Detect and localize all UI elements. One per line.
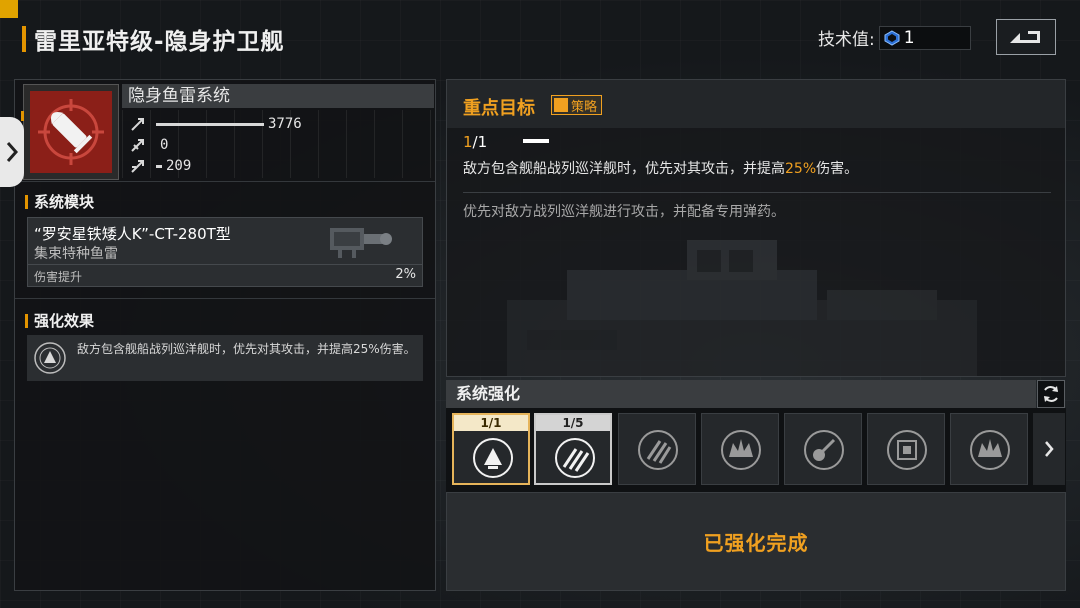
divider <box>463 192 1051 193</box>
page-title: 雷里亚特级-隐身护卫舰 <box>34 29 285 55</box>
back-arrow-icon <box>1010 31 1040 43</box>
effect-section-label: 强化效果 <box>34 312 95 330</box>
objective-header <box>447 80 1065 128</box>
section-accent-bar <box>25 313 28 328</box>
damage-icon <box>131 118 144 131</box>
guitar-rocket-icon <box>804 430 844 470</box>
tech-label: 技术值: <box>818 30 875 50</box>
progress-total: /1 <box>472 133 488 151</box>
weapon-card[interactable] <box>21 84 119 180</box>
effect-section-header: 强化效果 <box>25 310 94 331</box>
penetration-icon <box>131 139 144 152</box>
system-detail-panel: 隐身鱼雷系统 3776 0 209 系统模块 “罗安星铁矮人K”-CT-280T… <box>14 79 436 591</box>
objective-text-highlight: 25% <box>785 161 817 177</box>
enhancement-tag: 1/1 <box>454 415 528 431</box>
module-name: “罗安星铁矮人K”-CT-280T型 <box>34 225 231 243</box>
module-section-header: 系统模块 <box>25 191 94 212</box>
weapon-card-image <box>30 91 112 173</box>
module-card[interactable]: “罗安星铁矮人K”-CT-280T型 集束特种鱼雷 伤害提升 2% <box>27 217 423 287</box>
module-section-label: 系统模块 <box>34 193 95 211</box>
refresh-button[interactable] <box>1037 380 1065 408</box>
enhancement-item-torpedo[interactable] <box>618 413 696 485</box>
module-stat-label: 伤害提升 <box>34 270 83 284</box>
stat-row-attack-speed: 209 <box>130 156 191 176</box>
stat-row-damage: 3776 <box>130 114 302 134</box>
chevron-right-icon <box>6 142 19 162</box>
tech-value-display: 技术值: 1 <box>818 25 971 50</box>
stat-bar-attack-speed <box>156 164 162 168</box>
effect-card: 敌方包含舰船战列巡洋舰时，优先对其攻击，并提高25%伤害。 <box>27 335 423 381</box>
page-title-wrap: 雷里亚特级-隐身护卫舰 <box>22 22 285 56</box>
enhancement-item-blast[interactable] <box>701 413 779 485</box>
enhancement-header: 系统强化 <box>446 380 1036 408</box>
objective-text-after: 伤害。 <box>816 161 859 177</box>
enhancement-item-salvo[interactable]: 1/5 <box>534 413 612 485</box>
enhancement-item-rocket[interactable] <box>784 413 862 485</box>
stat-row-penetration: 0 <box>130 135 168 155</box>
stat-value-attack-speed: 209 <box>166 158 192 174</box>
enhancement-item-chip[interactable] <box>867 413 945 485</box>
section-accent-bar <box>25 194 28 209</box>
objective-progress: 1/1 <box>463 133 487 151</box>
strategy-badge: 策略 <box>551 95 603 115</box>
missile-salvo-icon <box>555 438 595 478</box>
back-button[interactable] <box>996 19 1056 55</box>
title-accent-bar <box>22 26 26 52</box>
enhancement-item-target[interactable]: 1/1 <box>452 413 530 485</box>
tech-crystal-icon <box>884 29 900 46</box>
strategy-label: 策略 <box>571 99 598 115</box>
objective-subtext: 优先对敌方战列巡洋舰进行攻击，并配备专用弹药。 <box>463 204 785 220</box>
explosion-crown-icon <box>970 430 1010 470</box>
module-subtitle: 集束特种鱼雷 <box>34 246 118 262</box>
progress-mark <box>523 139 549 143</box>
enhancement-tag: 1/5 <box>536 415 610 431</box>
module-stat-value: 2% <box>395 267 416 282</box>
target-strategy-icon <box>473 438 513 478</box>
torpedo-target-icon <box>38 99 104 165</box>
torpedo-cluster-icon <box>638 430 678 470</box>
side-expand-tab[interactable] <box>0 117 24 187</box>
objective-text-before: 敌方包含舰船战列巡洋舰时，优先对其攻击，并提高 <box>463 161 785 177</box>
divider <box>15 298 435 299</box>
tech-value: 1 <box>903 27 915 48</box>
stat-bar-damage <box>156 122 264 126</box>
explosion-crown-icon <box>721 430 761 470</box>
progress-current: 1 <box>463 133 473 151</box>
module-divider <box>28 264 422 265</box>
enhancement-complete-panel: 已强化完成 <box>446 492 1066 591</box>
system-name: 隐身鱼雷系统 <box>122 84 434 108</box>
effect-description: 敌方包含舰船战列巡洋舰时，优先对其攻击，并提高25%伤害。 <box>77 342 416 356</box>
enhancement-list: 1/1 1/5 <box>446 408 1066 492</box>
enhancement-next-button[interactable] <box>1033 413 1065 485</box>
strategy-icon <box>554 98 568 112</box>
divider <box>15 181 435 182</box>
torpedo-module-icon <box>330 228 392 258</box>
stats-grid: 3776 0 209 <box>122 110 434 178</box>
chip-module-icon <box>887 430 927 470</box>
weapon-card-mark <box>21 111 24 121</box>
ship-hull-illustration <box>507 240 977 376</box>
objective-description: 敌方包含舰船战列巡洋舰时，优先对其攻击，并提高25%伤害。 <box>463 158 858 178</box>
enhancement-complete-text: 已强化完成 <box>703 531 809 555</box>
objective-title: 重点目标 <box>463 98 535 119</box>
corner-tag <box>0 0 18 18</box>
enhancement-item-blast-2[interactable] <box>950 413 1028 485</box>
tech-box: 1 <box>878 25 971 50</box>
chevron-right-icon <box>1045 441 1054 457</box>
stat-value-damage: 3776 <box>268 116 302 132</box>
attack-speed-icon <box>131 160 144 173</box>
target-strategy-icon <box>34 342 66 374</box>
objective-panel: 重点目标 策略 1/1 敌方包含舰船战列巡洋舰时，优先对其攻击，并提高25%伤害… <box>446 79 1066 377</box>
stat-value-penetration: 0 <box>160 137 169 153</box>
refresh-icon <box>1044 386 1058 402</box>
